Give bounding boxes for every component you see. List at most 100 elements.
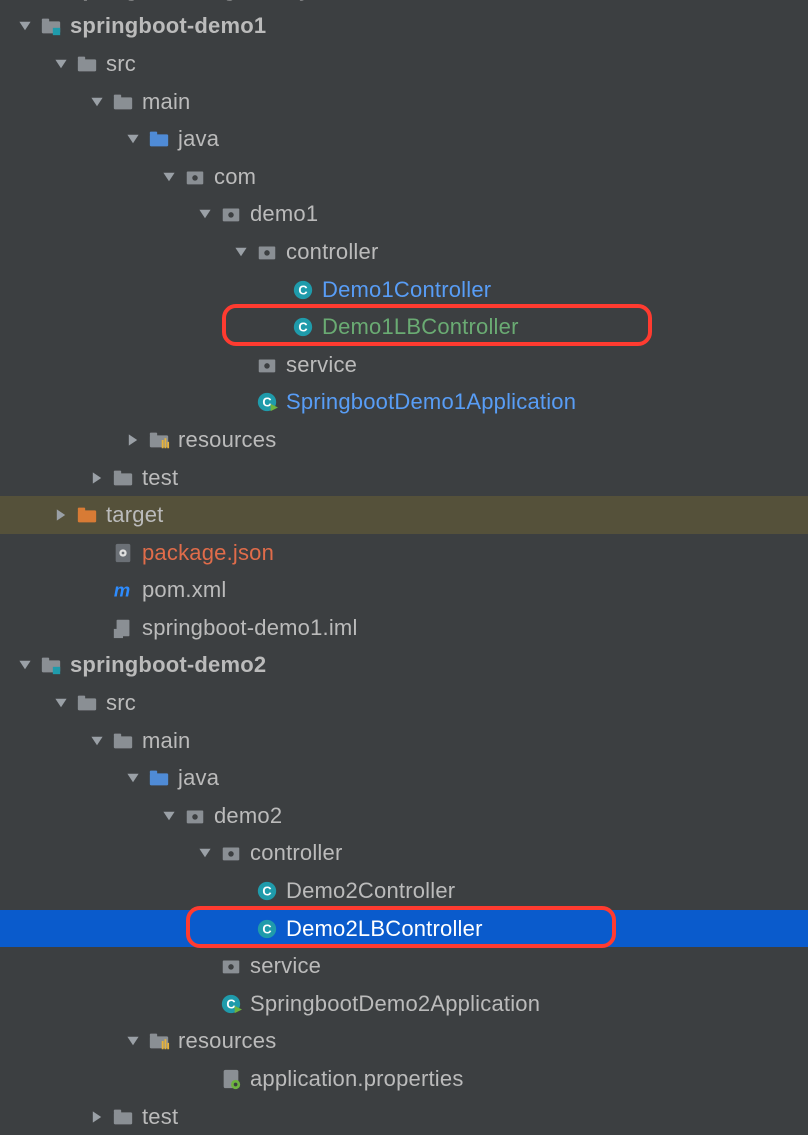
tree-item[interactable]: main bbox=[0, 722, 808, 760]
tree-item[interactable]: com bbox=[0, 158, 808, 196]
expand-arrow-icon[interactable] bbox=[90, 471, 104, 485]
tree-item-label: Demo2LBController bbox=[286, 916, 483, 942]
folder-icon bbox=[112, 91, 134, 113]
svg-text:C: C bbox=[262, 395, 271, 410]
package-icon bbox=[256, 241, 278, 263]
tree-item-label: main bbox=[142, 728, 191, 754]
expand-arrow-icon[interactable] bbox=[126, 433, 140, 447]
tree-item-label: Demo2Controller bbox=[286, 878, 455, 904]
tree-item[interactable]: test bbox=[0, 459, 808, 497]
tree-item-label: controller bbox=[286, 239, 378, 265]
tree-item-label: SpringbootDemo2Application bbox=[250, 991, 540, 1017]
folder-icon bbox=[112, 467, 134, 489]
tree-item[interactable]: C Demo2LBController bbox=[0, 910, 808, 948]
arrow-spacer bbox=[234, 884, 248, 898]
tree-item[interactable]: resources bbox=[0, 1023, 808, 1061]
tree-item[interactable]: controller bbox=[0, 233, 808, 271]
collapse-arrow-icon[interactable] bbox=[126, 771, 140, 785]
tree-item[interactable]: resources bbox=[0, 421, 808, 459]
arrow-spacer bbox=[90, 583, 104, 597]
tree-item-label: springboot-demo1.iml bbox=[142, 615, 358, 641]
tree-item-label: spring_cloud_gateway bbox=[70, 0, 311, 2]
tree-item-label: Demo1Controller bbox=[322, 277, 491, 303]
tree-item[interactable]: C Demo1Controller bbox=[0, 271, 808, 309]
svg-text:C: C bbox=[262, 884, 271, 899]
collapse-arrow-icon[interactable] bbox=[126, 1034, 140, 1048]
tree-item[interactable]: service bbox=[0, 947, 808, 985]
tree-item[interactable]: demo1 bbox=[0, 196, 808, 234]
collapse-arrow-icon[interactable] bbox=[18, 658, 32, 672]
resources-folder-icon bbox=[148, 1030, 170, 1052]
collapse-arrow-icon[interactable] bbox=[234, 245, 248, 259]
tree-item[interactable]: test bbox=[0, 1098, 808, 1135]
tree-item[interactable]: spring_cloud_gateway bbox=[0, 0, 808, 8]
package-icon bbox=[184, 166, 206, 188]
collapse-arrow-icon[interactable] bbox=[126, 132, 140, 146]
package-icon bbox=[220, 955, 242, 977]
tree-item[interactable]: controller bbox=[0, 835, 808, 873]
collapse-arrow-icon[interactable] bbox=[54, 57, 68, 71]
tree-item[interactable]: C Demo1LBController bbox=[0, 308, 808, 346]
module-folder-icon bbox=[40, 654, 62, 676]
maven-file-icon: m bbox=[112, 579, 134, 601]
tree-item[interactable]: demo2 bbox=[0, 797, 808, 835]
tree-item[interactable]: src bbox=[0, 45, 808, 83]
expand-arrow-icon[interactable] bbox=[90, 1110, 104, 1124]
tree-item-label: Demo1LBController bbox=[322, 314, 519, 340]
tree-item-label: springboot-demo2 bbox=[70, 652, 266, 678]
package-icon bbox=[220, 842, 242, 864]
resources-folder-icon bbox=[148, 429, 170, 451]
tree-item[interactable]: springboot-demo2 bbox=[0, 647, 808, 685]
collapse-arrow-icon[interactable] bbox=[198, 207, 212, 221]
arrow-spacer bbox=[198, 959, 212, 973]
class-runnable-icon: C bbox=[220, 993, 242, 1015]
expand-arrow-icon[interactable] bbox=[54, 508, 68, 522]
project-tree[interactable]: spring_cloud_gateway springboot-demo1 sr… bbox=[0, 0, 808, 1135]
svg-text:m: m bbox=[114, 580, 130, 601]
folder-excluded-icon bbox=[76, 504, 98, 526]
tree-item-label: src bbox=[106, 690, 136, 716]
tree-item-label: target bbox=[106, 502, 163, 528]
collapse-arrow-icon[interactable] bbox=[90, 95, 104, 109]
collapse-arrow-icon[interactable] bbox=[18, 19, 32, 33]
collapse-arrow-icon[interactable] bbox=[54, 696, 68, 710]
folder-source-icon bbox=[148, 128, 170, 150]
class-runnable-icon: C bbox=[256, 391, 278, 413]
collapse-arrow-icon[interactable] bbox=[162, 170, 176, 184]
tree-item[interactable]: C SpringbootDemo1Application bbox=[0, 384, 808, 422]
collapse-arrow-icon[interactable] bbox=[198, 846, 212, 860]
tree-item[interactable]: target bbox=[0, 496, 808, 534]
tree-item-label: src bbox=[106, 51, 136, 77]
arrow-spacer bbox=[198, 1072, 212, 1086]
iml-file-icon bbox=[112, 617, 134, 639]
module-folder-icon bbox=[40, 15, 62, 37]
tree-item[interactable]: java bbox=[0, 759, 808, 797]
arrow-spacer bbox=[234, 395, 248, 409]
tree-item-label: demo1 bbox=[250, 201, 318, 227]
tree-item-label: test bbox=[142, 465, 178, 491]
tree-item[interactable]: main bbox=[0, 83, 808, 121]
tree-item-label: application.properties bbox=[250, 1066, 464, 1092]
tree-item[interactable]: java bbox=[0, 120, 808, 158]
class-icon: C bbox=[292, 279, 314, 301]
tree-item[interactable]: springboot-demo1 bbox=[0, 8, 808, 46]
collapse-arrow-icon[interactable] bbox=[162, 809, 176, 823]
tree-item[interactable]: application.properties bbox=[0, 1060, 808, 1098]
class-icon: C bbox=[256, 880, 278, 902]
json-file-icon bbox=[112, 542, 134, 564]
tree-item[interactable]: springboot-demo1.iml bbox=[0, 609, 808, 647]
tree-item-label: main bbox=[142, 89, 191, 115]
arrow-spacer bbox=[234, 358, 248, 372]
tree-item[interactable]: package.json bbox=[0, 534, 808, 572]
tree-item[interactable]: m pom.xml bbox=[0, 572, 808, 610]
tree-item[interactable]: C Demo2Controller bbox=[0, 872, 808, 910]
tree-item[interactable]: C SpringbootDemo2Application bbox=[0, 985, 808, 1023]
tree-item-label: service bbox=[286, 352, 357, 378]
tree-item[interactable]: service bbox=[0, 346, 808, 384]
tree-item[interactable]: src bbox=[0, 684, 808, 722]
collapse-arrow-icon[interactable] bbox=[90, 734, 104, 748]
folder-icon bbox=[112, 1106, 134, 1128]
tree-item-label: resources bbox=[178, 427, 276, 453]
arrow-spacer bbox=[270, 320, 284, 334]
tree-item-label: resources bbox=[178, 1028, 276, 1054]
